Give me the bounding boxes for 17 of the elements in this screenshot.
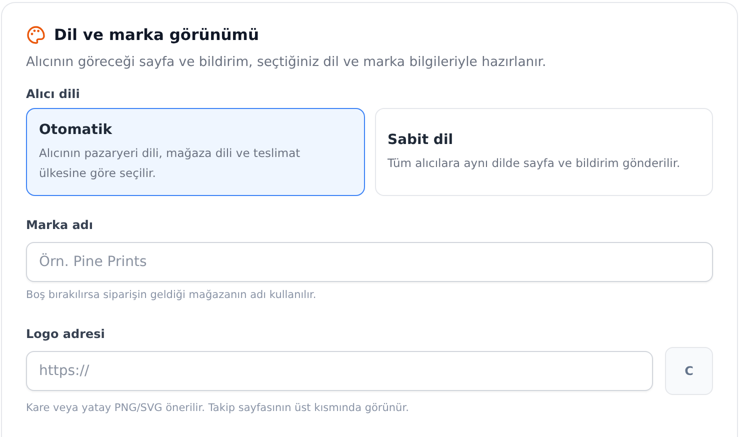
- field-label: Logo adresi: [26, 327, 106, 341]
- option-description: Alıcının pazaryeri dili, mağaza dili ve teslimat ülkesine göre seçilir.: [39, 145, 302, 182]
- field-label: Marka adı: [26, 218, 94, 232]
- help-text: Boş bırakılırsa siparişin geldiği mağazanın adı kullanılır.: [26, 289, 318, 301]
- field-label: Alıcı dili: [26, 87, 81, 101]
- logo-preview: C: [665, 347, 713, 395]
- option-card[interactable]: Otomatik Alıcının pazaryeri dili, mağaza dili ve teslimat ülkesine göre seçilir.: [26, 108, 364, 196]
- section-description: Alıcının göreceği sayfa ve bildirim, seçtiğiniz dil ve marka bilgileriyle hazırlanır.: [26, 55, 548, 70]
- input-field[interactable]: Örn. Pine Prints: [26, 242, 713, 282]
- option-card[interactable]: Sabit dil Tüm alıcılara aynı dilde sayfa ve bildirim gönderilir.: [374, 108, 713, 196]
- input-field[interactable]: https://: [26, 351, 653, 391]
- section-title: Dil ve marka görünümü: [54, 26, 259, 44]
- option-description: Tüm alıcılara aynı dilde sayfa ve bildirim gönderilir.: [388, 154, 682, 172]
- option-title: Sabit dil: [388, 132, 454, 148]
- option-title: Otomatik: [39, 122, 114, 138]
- help-text: Kare veya yatay PNG/SVG önerilir. Takip sayfasının üst kısmında görünür.: [26, 402, 410, 414]
- palette-icon: [26, 25, 46, 45]
